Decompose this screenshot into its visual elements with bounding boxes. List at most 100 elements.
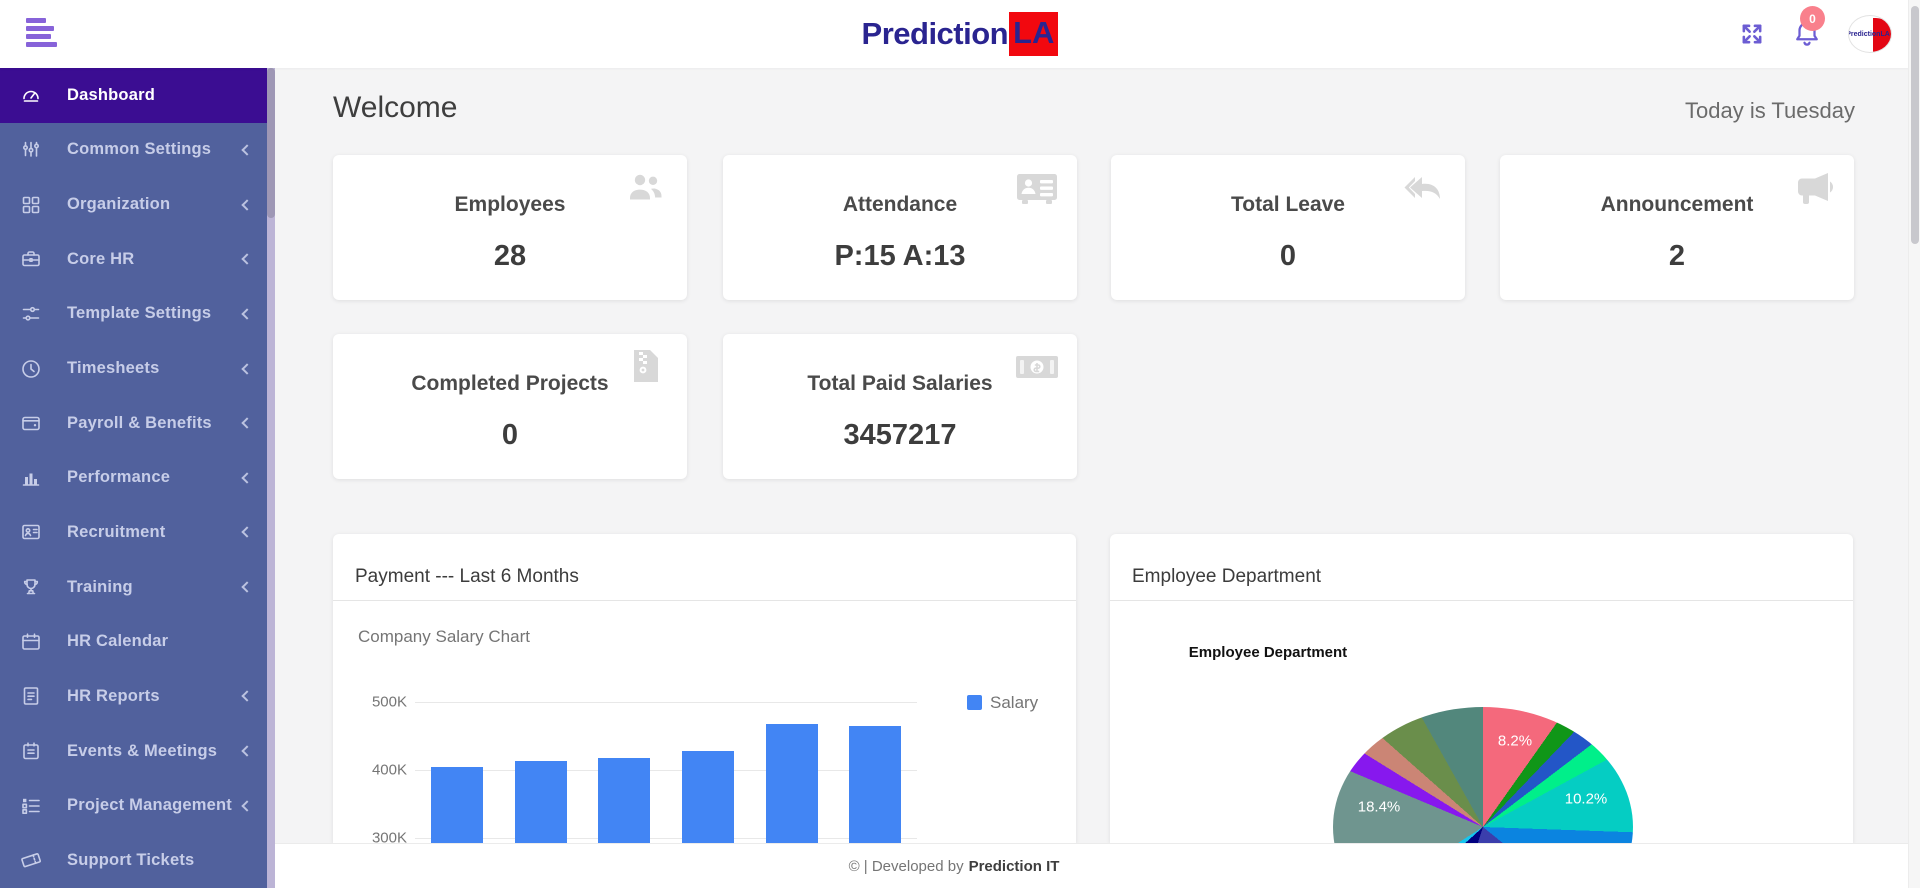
- brand-logo[interactable]: Prediction LA: [0, 0, 1920, 68]
- stat-card-value: P:15 A:13: [834, 240, 966, 272]
- grid-icon: [20, 194, 42, 216]
- sidebar-scrollbar[interactable]: [267, 68, 275, 888]
- salary-bar: [849, 726, 901, 843]
- chart-bar-icon: [20, 467, 42, 489]
- logo-accent: LA: [1009, 12, 1059, 56]
- chevron-left-icon: [241, 308, 253, 320]
- trophy-icon: [20, 576, 42, 598]
- sidebar-item-label: HR Reports: [67, 686, 160, 705]
- sidebar-item-label: Core HR: [67, 249, 135, 268]
- salary-card-title: Payment --- Last 6 Months: [355, 566, 579, 587]
- salary-bar: [598, 758, 650, 843]
- stat-card-total-leave[interactable]: Total Leave 0: [1111, 155, 1465, 300]
- chevron-left-icon: [241, 417, 253, 429]
- legend-swatch: [967, 695, 982, 710]
- logo-text: Prediction: [861, 16, 1009, 51]
- gridline: [415, 770, 917, 771]
- sidebar-item-label: Payroll & Benefits: [67, 413, 212, 432]
- chevron-left-icon: [241, 198, 253, 211]
- sidebar-item-hr-calendar[interactable]: HR Calendar: [0, 614, 267, 669]
- footer-text: © | Developed by: [848, 857, 964, 875]
- sidebar-item-label: Template Settings: [67, 304, 212, 323]
- stat-card-total-paid-salaries[interactable]: Total Paid Salaries 3457217: [723, 334, 1077, 479]
- salary-bar: [766, 724, 818, 843]
- sidebar-item-label: Recruitment: [67, 522, 166, 541]
- stat-card-value: 0: [501, 419, 519, 451]
- sidebar-item-common-settings[interactable]: Common Settings: [0, 123, 267, 178]
- stat-card-attendance[interactable]: Attendance P:15 A:13: [723, 155, 1077, 300]
- sidebar-item-label: Dashboard: [67, 85, 155, 104]
- stat-card-completed-projects[interactable]: Completed Projects 0: [333, 334, 687, 479]
- page-scrollbar-thumb[interactable]: [1911, 6, 1919, 244]
- sidebar-item-label: Support Tickets: [67, 850, 195, 869]
- sidebar-item-core-hr[interactable]: Core HR: [0, 232, 267, 287]
- sidebar-item-events-meetings[interactable]: Events & Meetings: [0, 724, 267, 779]
- sidebar-item-organization[interactable]: Organization: [0, 177, 267, 232]
- sidebar-item-label: Timesheets: [67, 359, 160, 378]
- sidebar-nav: Dashboard Common Settings Organization Core…: [0, 68, 267, 888]
- sidebar-item-label: Project Management: [67, 796, 232, 815]
- stat-card-value: 2: [1668, 240, 1686, 272]
- sidebar-item-label: Organization: [67, 195, 171, 214]
- sliders-h-icon: [20, 303, 42, 325]
- legend-label: Salary: [990, 693, 1039, 712]
- sidebar-item-label: Events & Meetings: [67, 741, 218, 760]
- gridline: [415, 838, 917, 839]
- pie-slice-label: 18.4%: [1357, 798, 1401, 816]
- department-pie-chart: [1333, 707, 1633, 843]
- salary-chart-title: Company Salary Chart: [358, 627, 530, 646]
- main-content: Welcome Today is Tuesday Employees 28 Atte…: [275, 68, 1908, 888]
- salary-bar: [515, 761, 567, 843]
- chevron-left-icon: [241, 799, 253, 812]
- sidebar-item-support-tickets[interactable]: Support Tickets: [0, 833, 267, 888]
- briefcase-icon: [20, 248, 42, 270]
- y-axis-tick: 400K: [371, 761, 407, 779]
- stat-card-value: 0: [1279, 240, 1297, 272]
- sidebar-item-hr-reports[interactable]: HR Reports: [0, 669, 267, 724]
- stat-card-announcement[interactable]: Announcement 2: [1500, 155, 1854, 300]
- tasks-icon: [20, 795, 42, 817]
- notifications-button[interactable]: 0: [1792, 6, 1825, 58]
- stat-card-label: Attendance: [842, 193, 958, 216]
- chevron-left-icon: [241, 526, 253, 539]
- chevron-left-icon: [241, 362, 253, 375]
- sliders-v-icon: [20, 139, 42, 161]
- top-header: Prediction LA 0 PredictionLA: [0, 0, 1920, 68]
- user-avatar-logo[interactable]: PredictionLA: [1848, 15, 1892, 53]
- sidebar-item-label: Common Settings: [67, 140, 212, 159]
- chevron-left-icon: [241, 253, 253, 265]
- sidebar-item-dashboard[interactable]: Dashboard: [0, 68, 267, 123]
- pie-slice-label: 8.2%: [1497, 732, 1533, 750]
- stat-card-value: 3457217: [843, 419, 957, 451]
- app-root: Prediction LA 0 PredictionLA Dashboard C…: [0, 0, 1920, 888]
- page-title: Welcome: [333, 91, 458, 124]
- file-lines-icon: [20, 685, 42, 707]
- stat-card-employees[interactable]: Employees 28: [333, 155, 687, 300]
- sidebar-item-performance[interactable]: Performance: [0, 450, 267, 505]
- sidebar-item-training[interactable]: Training: [0, 560, 267, 615]
- calendar-icon: [20, 631, 42, 653]
- stat-card-label: Completed Projects: [411, 372, 609, 395]
- gridline: [415, 702, 917, 703]
- today-label: Today is Tuesday: [1685, 98, 1855, 123]
- salary-bar: [431, 766, 483, 843]
- sidebar-item-project-management[interactable]: Project Management: [0, 778, 267, 833]
- footer-brand-link[interactable]: Prediction IT: [969, 858, 1060, 875]
- stat-card-value: 28: [493, 240, 527, 272]
- sidebar-item-template-settings[interactable]: Template Settings: [0, 287, 267, 342]
- clipboard-icon: [20, 740, 42, 762]
- sidebar-item-label: Performance: [67, 468, 171, 487]
- sidebar-item-recruitment[interactable]: Recruitment: [0, 505, 267, 560]
- page-scrollbar[interactable]: [1908, 0, 1920, 888]
- sidebar-scrollbar-thumb[interactable]: [267, 68, 275, 218]
- chevron-left-icon: [241, 144, 253, 156]
- fullscreen-icon[interactable]: [1738, 20, 1766, 48]
- sidebar-item-payroll-benefits[interactable]: Payroll & Benefits: [0, 396, 267, 451]
- notification-badge: 0: [1800, 6, 1825, 31]
- salary-bar: [682, 750, 734, 843]
- footer: © | Developed by Prediction IT: [0, 843, 1908, 888]
- sidebar-item-timesheets[interactable]: Timesheets: [0, 341, 267, 396]
- department-chart-card: Employee Department Employee Department …: [1110, 534, 1853, 843]
- chevron-left-icon: [241, 472, 253, 484]
- chevron-left-icon: [241, 581, 253, 593]
